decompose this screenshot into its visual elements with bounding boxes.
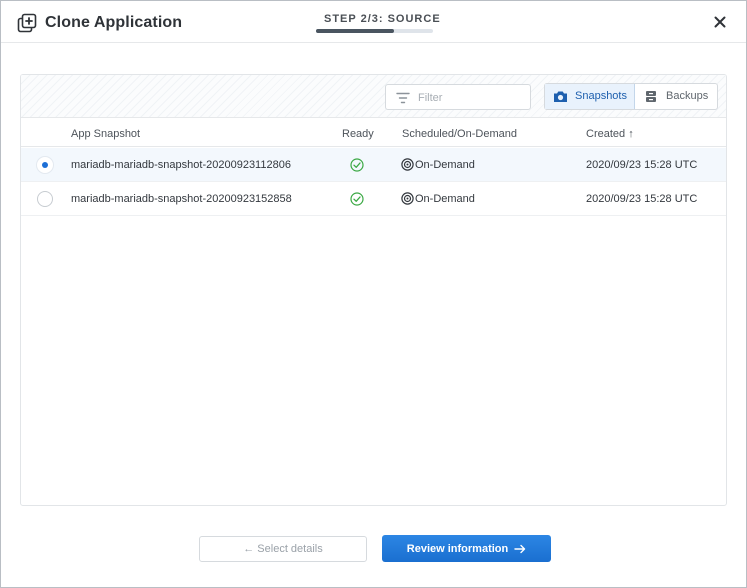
archive-icon bbox=[646, 91, 656, 102]
source-type-toggle: Snapshots Backups bbox=[544, 83, 718, 110]
clone-icon bbox=[17, 13, 37, 33]
snapshot-name: mariadb-mariadb-snapshot-20200923112806 bbox=[71, 159, 291, 171]
review-information-button[interactable]: Review information bbox=[382, 535, 551, 562]
backups-tab[interactable]: Backups bbox=[636, 84, 717, 109]
filter-icon bbox=[396, 92, 410, 104]
select-details-label: ← Select details bbox=[243, 543, 323, 555]
clone-application-dialog: Clone Application STEP 2/3: SOURCE Filte… bbox=[0, 0, 747, 588]
arrow-right-icon bbox=[514, 544, 526, 553]
table-header: App Snapshot Ready Scheduled/On-Demand C… bbox=[21, 119, 726, 147]
table-toolbar: Snapshots Backups bbox=[21, 75, 726, 118]
radio-dot bbox=[42, 162, 48, 168]
column-header-ready[interactable]: Ready bbox=[342, 128, 374, 140]
row-radio[interactable] bbox=[37, 191, 53, 207]
select-details-button-inner: ← Select details bbox=[200, 537, 366, 561]
snapshot-panel: Snapshots Backups App Snapshot Ready Sch… bbox=[20, 74, 727, 506]
column-header-app-snapshot[interactable]: App Snapshot bbox=[71, 128, 140, 140]
review-information-label: Review information bbox=[406, 542, 509, 555]
on-demand-icon bbox=[401, 158, 414, 171]
table-row[interactable]: mariadb-mariadb-snapshot-20200923152858 … bbox=[21, 182, 726, 216]
step-progress-bar bbox=[316, 29, 433, 33]
column-header-schedule[interactable]: Scheduled/On-Demand bbox=[402, 128, 517, 140]
table-row[interactable]: mariadb-mariadb-snapshot-20200923112806 … bbox=[21, 148, 726, 182]
step-label: STEP 2/3: SOURCE bbox=[324, 13, 441, 25]
created-date: 2020/09/23 15:28 UTC bbox=[586, 159, 698, 171]
select-details-button[interactable]: ← Select details bbox=[199, 536, 367, 562]
column-header-created[interactable]: Created ↑ bbox=[586, 128, 634, 140]
on-demand-icon bbox=[401, 192, 414, 205]
backups-tab-label: Backups bbox=[666, 90, 709, 102]
filter-input[interactable] bbox=[418, 89, 526, 107]
filter-box bbox=[385, 84, 531, 110]
check-circle-icon bbox=[350, 158, 364, 172]
created-date: 2020/09/23 15:28 UTC bbox=[586, 193, 698, 205]
row-radio-selected[interactable] bbox=[37, 157, 53, 173]
schedule-type: On-Demand bbox=[415, 193, 475, 205]
step-progress-fill bbox=[316, 29, 395, 33]
check-circle-icon bbox=[350, 192, 364, 206]
snapshots-tab[interactable]: Snapshots bbox=[545, 84, 635, 109]
snapshot-name: mariadb-mariadb-snapshot-20200923152858 bbox=[71, 193, 292, 205]
camera-icon bbox=[554, 91, 567, 102]
schedule-type: On-Demand bbox=[415, 159, 475, 171]
dialog-title: Clone Application bbox=[45, 14, 183, 31]
close-icon[interactable] bbox=[711, 13, 729, 31]
dialog-header: Clone Application STEP 2/3: SOURCE bbox=[1, 1, 746, 43]
review-information-button-inner: Review information bbox=[382, 535, 551, 562]
snapshots-tab-label: Snapshots bbox=[575, 90, 627, 102]
